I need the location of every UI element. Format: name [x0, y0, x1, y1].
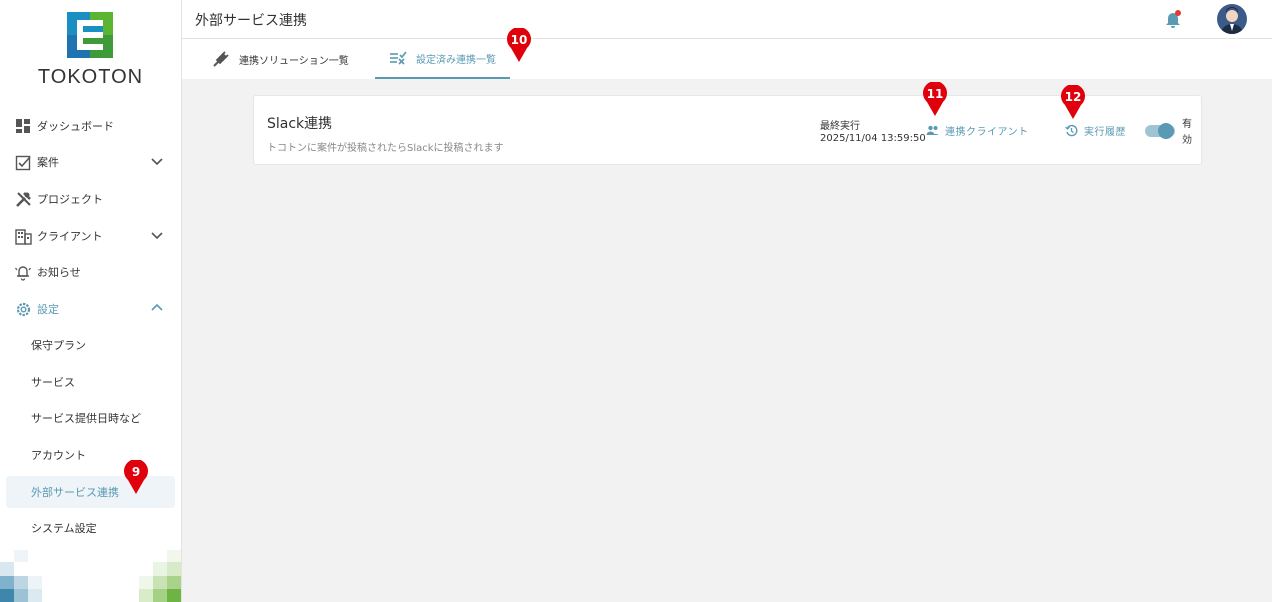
sidebar-item-label: お知らせ [37, 266, 81, 279]
notification-dot [1175, 10, 1181, 16]
sidebar-item-label: プロジェクト [37, 193, 103, 206]
page-title: 外部サービス連携 [195, 13, 307, 29]
enabled-toggle-knob[interactable] [1158, 123, 1174, 139]
sidebar-sub-account[interactable]: アカウント [6, 439, 175, 471]
tokoton-logo-icon [67, 12, 113, 58]
execution-history-link[interactable]: 実行履歴 [1065, 123, 1126, 138]
chevron-down-icon[interactable] [150, 228, 164, 242]
checklist-icon [14, 153, 32, 171]
marker-number: 12 [1064, 90, 1082, 104]
sidebar-sub-external-integrations[interactable]: 外部サービス連携 [6, 476, 175, 508]
history-icon [1065, 124, 1078, 137]
tab-bar: 連携ソリューション一覧 設定済み連携一覧 [182, 39, 1272, 79]
linked-clients-link[interactable]: 連携クライアント [926, 123, 1029, 138]
sidebar-item-label: 設定 [37, 303, 59, 316]
sidebar-sub-label: 外部サービス連携 [31, 486, 119, 499]
chevron-down-icon[interactable] [150, 154, 164, 168]
bell-ring-icon [14, 263, 32, 281]
tab-configured[interactable]: 設定済み連携一覧 [375, 39, 510, 79]
link-label: 実行履歴 [1084, 126, 1126, 138]
sidebar: TOKOTON ダッシュボード 案件 プロジェクト クライアント お知らせ 設定… [0, 0, 182, 602]
link-label: 連携クライアント [945, 126, 1029, 138]
tab-label: 連携ソリューション一覧 [239, 55, 349, 67]
marker-number: 9 [131, 465, 141, 479]
marker-pin: 10 [506, 27, 532, 62]
sidebar-sub-label: アカウント [31, 449, 86, 462]
plug-icon [212, 50, 230, 68]
sidebar-item-label: クライアント [37, 230, 103, 243]
sidebar-item-notices[interactable]: お知らせ [14, 257, 174, 287]
tab-solutions[interactable]: 連携ソリューション一覧 [198, 39, 363, 79]
sidebar-item-label: ダッシュボード [37, 120, 114, 133]
sidebar-sub-maintenance-plan[interactable]: 保守プラン [6, 329, 175, 361]
last-run-label: 最終実行 [820, 121, 860, 132]
logo[interactable]: TOKOTON [0, 0, 181, 100]
top-header: 外部サービス連携 [182, 0, 1272, 39]
decorative-mosaic [0, 550, 181, 602]
tools-icon [14, 190, 32, 208]
sidebar-item-projects[interactable]: プロジェクト [14, 184, 174, 214]
sidebar-item-clients[interactable]: クライアント [14, 221, 174, 251]
brand-name: TOKOTON [37, 66, 144, 88]
marker-pin: 12 [1060, 84, 1086, 119]
user-avatar[interactable] [1217, 4, 1247, 34]
sidebar-sub-service-schedule[interactable]: サービス提供日時など [6, 402, 175, 434]
marker-pin: 11 [922, 81, 948, 116]
sidebar-item-cases[interactable]: 案件 [14, 147, 174, 177]
sidebar-sub-label: サービス提供日時など [31, 412, 141, 425]
integration-description: トコトンに案件が投稿されたらSlackに投稿されます [267, 143, 504, 154]
chevron-up-icon[interactable] [150, 301, 164, 315]
gear-icon [14, 300, 32, 318]
tab-label: 設定済み連携一覧 [416, 54, 496, 66]
marker-number: 10 [510, 33, 528, 47]
sidebar-item-dashboard[interactable]: ダッシュボード [14, 111, 174, 141]
sidebar-sub-services[interactable]: サービス [6, 366, 175, 398]
list-check-icon [389, 49, 407, 67]
last-run-timestamp: 2025/11/04 13:59:50 [820, 133, 926, 144]
sidebar-item-label: 案件 [37, 156, 59, 169]
dashboard-icon [14, 117, 32, 135]
enabled-toggle-label: 有効 [1182, 119, 1192, 146]
people-icon [926, 124, 939, 137]
sidebar-item-settings[interactable]: 設定 [14, 294, 174, 324]
marker-number: 11 [926, 87, 944, 101]
sidebar-sub-label: サービス [31, 376, 75, 389]
marker-pin: 9 [123, 459, 149, 494]
building-icon [14, 227, 32, 245]
sidebar-sub-label: 保守プラン [31, 339, 86, 352]
integration-title: Slack連携 [267, 116, 333, 132]
